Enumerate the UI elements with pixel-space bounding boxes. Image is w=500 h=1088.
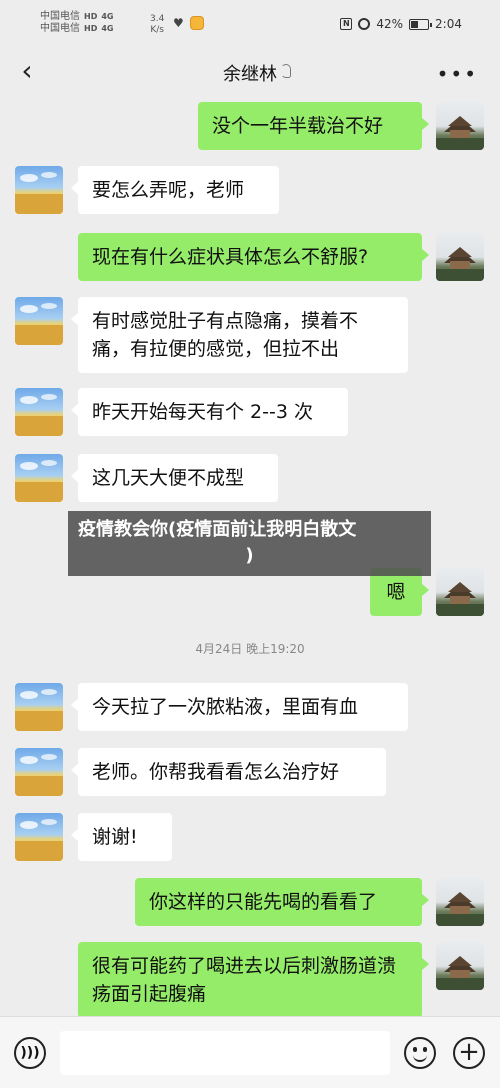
alarm-icon bbox=[358, 18, 371, 30]
message-bubble-incoming[interactable]: 有时感觉肚子有点隐痛，摸着不痛，有拉便的感觉，但拉不出 bbox=[71, 297, 408, 373]
chat-header: ‹ 余继林 ••• bbox=[0, 50, 500, 94]
pagoda-image bbox=[436, 582, 484, 616]
carrier-1-label: 中国电信 bbox=[40, 11, 80, 22]
plus-icon[interactable]: + bbox=[453, 1037, 485, 1069]
self-avatar[interactable] bbox=[436, 233, 484, 281]
message-bubble-incoming[interactable]: 这几天大便不成型 bbox=[71, 454, 278, 502]
wheat-field-image bbox=[15, 460, 63, 502]
pagoda-image bbox=[436, 116, 484, 150]
hd-badge-2: HD bbox=[84, 24, 98, 33]
carrier-info: 中国电信 HD 4G 中国电信 HD 4G bbox=[40, 11, 113, 35]
contact-avatar[interactable] bbox=[15, 683, 63, 731]
network-2-label: 4G bbox=[101, 24, 114, 33]
message-bubble-incoming[interactable]: 今天拉了一次脓粘液，里面有血 bbox=[71, 683, 408, 731]
wheat-field-image bbox=[15, 819, 63, 861]
message-bubble-incoming[interactable]: 老师。你帮我看看怎么治疗好 bbox=[71, 748, 386, 796]
pagoda-image bbox=[436, 892, 484, 926]
self-avatar[interactable] bbox=[436, 942, 484, 990]
self-avatar[interactable] bbox=[436, 102, 484, 150]
battery-icon bbox=[409, 18, 433, 30]
app-notification-icon bbox=[189, 16, 204, 30]
status-icons-left: ♥ bbox=[173, 16, 204, 30]
contact-avatar[interactable] bbox=[15, 454, 63, 502]
wheat-field-image bbox=[15, 172, 63, 214]
voice-icon[interactable]: ))) bbox=[14, 1037, 46, 1069]
pagoda-image bbox=[436, 247, 484, 281]
message-bubble-outgoing[interactable]: 没个一年半载治不好 bbox=[198, 102, 429, 150]
message-bubble-outgoing[interactable]: 很有可能药了喝进去以后刺激肠道溃疡面引起腹痛 bbox=[78, 942, 429, 1018]
chat-title: 余继林 bbox=[223, 64, 277, 85]
speed-unit: K/s bbox=[150, 25, 164, 35]
contact-avatar[interactable] bbox=[15, 166, 63, 214]
clock: 2:04 bbox=[435, 17, 462, 31]
message-timestamp: 4月24日 晚上19:20 bbox=[195, 642, 305, 656]
message-bubble-incoming[interactable]: 要怎么弄呢，老师 bbox=[71, 166, 279, 214]
heart-icon: ♥ bbox=[173, 16, 184, 30]
contact-avatar[interactable] bbox=[15, 813, 63, 861]
self-avatar[interactable] bbox=[436, 568, 484, 616]
pagoda-image bbox=[436, 956, 484, 990]
message-bubble-incoming[interactable]: 谢谢! bbox=[71, 813, 172, 861]
wheat-field-image bbox=[15, 303, 63, 345]
status-icons-right: N 42% 2:04 bbox=[340, 17, 462, 31]
article-title-overlay: 疫情教会你(疫情面前让我明白散文 ) bbox=[68, 511, 431, 576]
ear-icon bbox=[281, 64, 291, 78]
wheat-field-image bbox=[15, 394, 63, 436]
self-avatar[interactable] bbox=[436, 878, 484, 926]
battery-fill bbox=[411, 20, 419, 28]
contact-avatar[interactable] bbox=[15, 388, 63, 436]
wheat-field-image bbox=[15, 754, 63, 796]
carrier-2-label: 中国电信 bbox=[40, 23, 80, 34]
message-bubble-outgoing[interactable]: 你这样的只能先喝的看看了 bbox=[135, 878, 429, 926]
speed-value: 3.4 bbox=[150, 14, 165, 24]
more-icon[interactable]: ••• bbox=[437, 62, 478, 86]
contact-avatar[interactable] bbox=[15, 748, 63, 796]
message-bubble-incoming[interactable]: 昨天开始每天有个 2--3 次 bbox=[71, 388, 348, 436]
status-bar: 中国电信 HD 4G 中国电信 HD 4G 3.4 K/s ♥ N 42% 2:04 bbox=[0, 0, 500, 50]
overlay-title-line2: ) bbox=[245, 545, 254, 566]
network-speed: 3.4 K/s bbox=[150, 14, 164, 36]
emoji-icon[interactable] bbox=[404, 1037, 436, 1069]
contact-avatar[interactable] bbox=[15, 297, 63, 345]
overlay-title-line1: 疫情教会你(疫情面前让我明白散文 bbox=[78, 519, 357, 540]
battery-percent: 42% bbox=[376, 17, 404, 31]
wheat-field-image bbox=[15, 689, 63, 731]
message-input[interactable] bbox=[60, 1031, 390, 1075]
chat-input-bar: ))) + bbox=[0, 1016, 500, 1088]
nfc-icon: N bbox=[340, 18, 353, 30]
hd-badge: HD bbox=[84, 12, 98, 21]
network-1-label: 4G bbox=[101, 12, 114, 21]
message-bubble-outgoing[interactable]: 现在有什么症状具体怎么不舒服? bbox=[78, 233, 429, 281]
